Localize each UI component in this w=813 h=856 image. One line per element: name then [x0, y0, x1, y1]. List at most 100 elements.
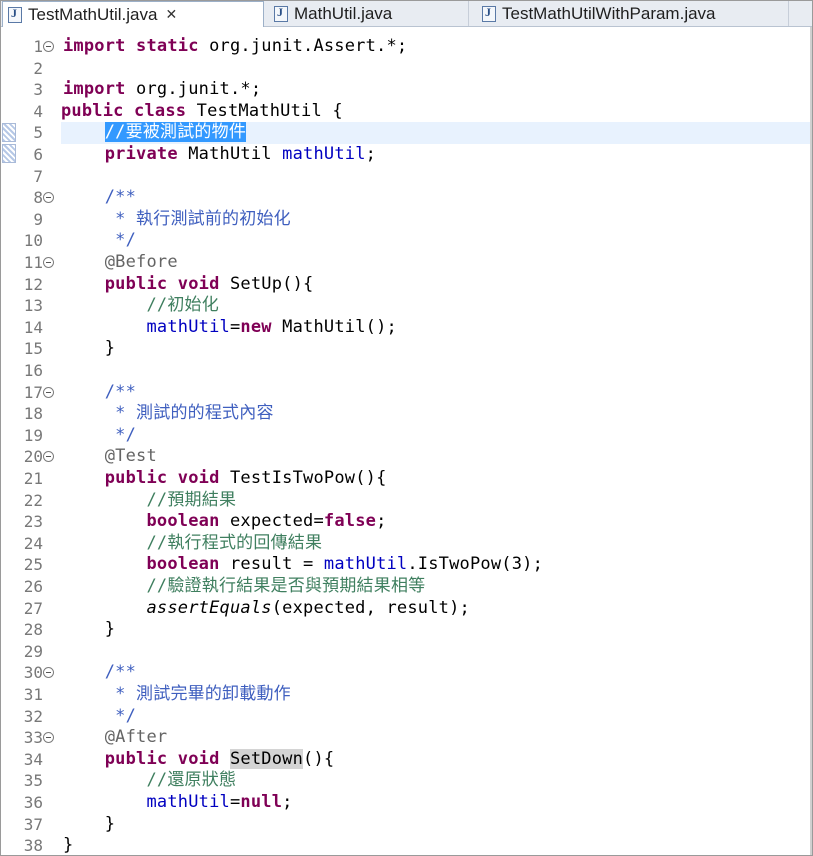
line-number: 32 [23, 706, 43, 726]
java-file-icon: J [274, 5, 288, 22]
static-method-call: assertEquals [146, 597, 272, 618]
code-line: 7 [1, 166, 812, 188]
code-fragment: TestIsTwoPow(){ [219, 468, 387, 488]
code-line: 31 * 測試完畢的卸載動作 [1, 684, 812, 706]
line-number: 10 [23, 231, 43, 251]
editor-tab-bar: J TestMathUtil.java ✕ J MathUtil.java J … [1, 1, 812, 27]
code-line: 17 /** [1, 382, 812, 404]
line-number: 8 [33, 188, 43, 208]
tab-testmathutilwithparam[interactable]: J TestMathUtilWithParam.java [477, 1, 789, 26]
code-text[interactable]: mathUtil=new MathUtil(); [63, 317, 397, 339]
keyword: static [136, 36, 199, 56]
fold-toggle-icon[interactable] [43, 192, 54, 204]
code-text[interactable]: } [63, 338, 115, 360]
code-fragment [126, 36, 136, 56]
code-fragment: ; [282, 792, 293, 812]
annotation-text[interactable]: @After [63, 727, 167, 749]
annotation-text[interactable]: @Before [63, 252, 178, 274]
code-line: 9 * 執行測試前的初始化 [1, 209, 812, 231]
line-number: 21 [23, 469, 43, 488]
java-editor-window: J TestMathUtil.java ✕ J MathUtil.java J … [0, 0, 813, 856]
line-number: 7 [33, 166, 43, 186]
line-number: 25 [23, 555, 43, 575]
line-number: 35 [23, 771, 43, 791]
line-number: 30 [23, 663, 43, 683]
tab-mathutil[interactable]: J MathUtil.java [269, 1, 469, 26]
annotation-text[interactable]: @Test [63, 446, 157, 468]
code-text[interactable]: private MathUtil mathUtil; [63, 144, 376, 166]
code-fragment: MathUtil(); [271, 316, 397, 337]
code-text[interactable]: } [63, 814, 115, 836]
code-line: 21 public void TestIsTwoPow(){ [1, 468, 812, 490]
line-number: 14 [23, 317, 43, 337]
comment-text[interactable]: //驗證執行結果是否與預期結果相等 [63, 576, 425, 598]
tab-label: TestMathUtil.java [28, 4, 158, 24]
line-number: 34 [23, 749, 43, 769]
code-text[interactable]: public void SetDown(){ [63, 748, 334, 771]
fold-toggle-icon[interactable] [43, 257, 54, 268]
fold-toggle-icon[interactable] [43, 41, 54, 52]
line-number: 19 [23, 425, 43, 445]
keyword: void [177, 748, 220, 769]
keyword: class [134, 100, 187, 121]
line-number: 33 [23, 728, 43, 748]
javadoc-text[interactable]: /** [63, 382, 136, 404]
code-text[interactable]: } [63, 619, 115, 641]
fold-toggle-icon[interactable] [43, 451, 54, 463]
fold-toggle-icon[interactable] [43, 386, 54, 398]
tab-testmathutil[interactable]: J TestMathUtil.java ✕ [2, 1, 264, 27]
code-fragment [124, 101, 134, 121]
code-text[interactable]: assertEquals(expected, result); [63, 598, 470, 620]
code-line: 23 boolean expected=false; [1, 511, 812, 533]
comment-text[interactable]: //初始化 [63, 295, 219, 317]
code-fragment [167, 274, 177, 294]
code-text[interactable]: } [63, 835, 73, 855]
fold-toggle-icon[interactable] [43, 732, 54, 744]
comment-text[interactable]: //預期結果 [63, 490, 236, 512]
code-text[interactable]: //要被測試的物件 [63, 122, 247, 144]
code-text[interactable]: boolean result = mathUtil.IsTwoPow(3); [63, 554, 543, 576]
field-name: mathUtil [323, 554, 408, 575]
keyword: boolean [146, 554, 220, 575]
close-icon[interactable]: ✕ [165, 7, 177, 23]
code-fragment: (expected, result); [271, 597, 470, 618]
javadoc-text[interactable]: */ [63, 706, 136, 728]
code-text[interactable]: mathUtil=null; [63, 792, 293, 814]
code-fragment: .IsTwoPow(3); [407, 554, 544, 575]
line-number: 28 [23, 620, 43, 640]
code-fragment: = [229, 316, 241, 337]
line-number: 17 [23, 382, 43, 402]
code-text[interactable]: import org.junit.*; [63, 79, 261, 101]
code-text[interactable]: public void SetUp(){ [63, 274, 314, 296]
javadoc-text[interactable]: * 測試的的程式內容 [63, 403, 274, 425]
fold-toggle-icon[interactable] [43, 667, 54, 679]
javadoc-text[interactable]: */ [63, 230, 136, 252]
javadoc-text[interactable]: * 測試完畢的卸載動作 [63, 684, 291, 706]
code-line: 2 [1, 58, 812, 80]
code-line: 22 //預期結果 [1, 490, 812, 512]
code-text[interactable]: public class TestMathUtil { [61, 101, 343, 123]
code-text[interactable]: public void TestIsTwoPow(){ [63, 468, 387, 490]
code-text[interactable]: boolean expected=false; [63, 511, 387, 533]
code-text[interactable]: import static org.junit.Assert.*; [63, 36, 407, 58]
keyword: public [104, 748, 168, 769]
line-number: 3 [33, 80, 43, 100]
comment-text[interactable]: //執行程式的回傳結果 [63, 533, 322, 555]
code-fragment: org.junit.*; [125, 79, 262, 100]
code-fragment: ; [365, 144, 377, 164]
javadoc-text[interactable]: * 執行測試前的初始化 [63, 209, 291, 231]
javadoc-text[interactable]: /** [63, 662, 136, 684]
code-line: 10 */ [1, 230, 812, 252]
comment-text[interactable]: //還原狀態 [63, 770, 236, 792]
line-number: 24 [23, 533, 43, 553]
vertical-scrollbar[interactable] [810, 27, 812, 855]
code-line: 35 //還原狀態 [1, 770, 812, 792]
javadoc-text[interactable]: /** [63, 187, 136, 209]
tab-label: MathUtil.java [294, 3, 393, 23]
keyword: private [104, 144, 178, 164]
javadoc-text[interactable]: */ [63, 425, 136, 447]
line-number: 26 [23, 577, 43, 596]
code-line: 5 //要被測試的物件 [1, 122, 812, 144]
